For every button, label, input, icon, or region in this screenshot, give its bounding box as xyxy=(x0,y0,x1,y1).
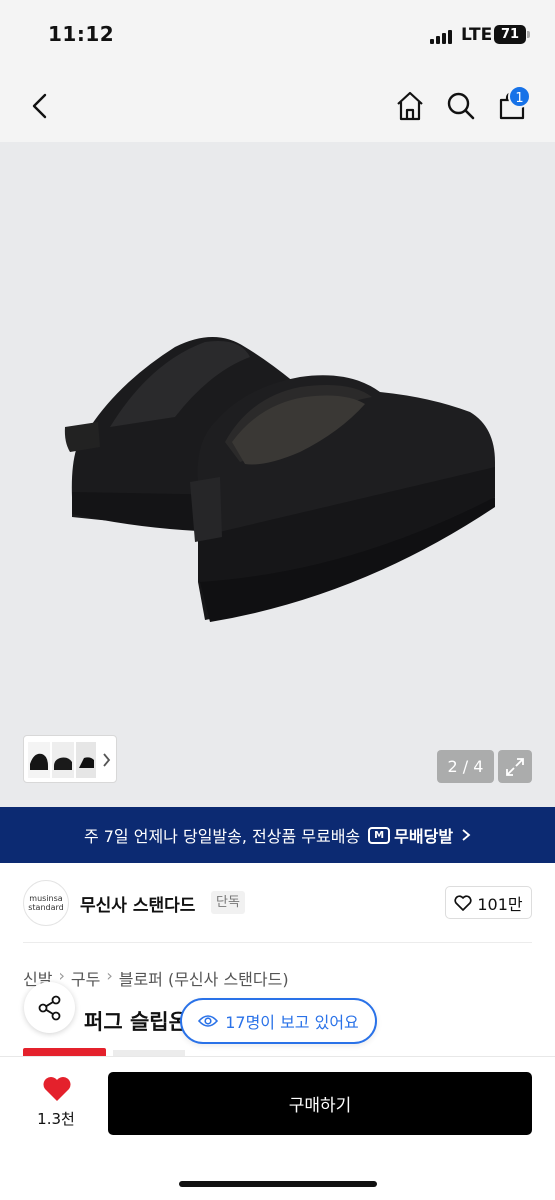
m-icon: M xyxy=(368,826,391,844)
product-image[interactable] xyxy=(0,142,555,807)
expand-icon[interactable] xyxy=(498,750,532,783)
exclusive-badge: 단독 xyxy=(211,891,245,914)
chevron-right-icon: › xyxy=(106,966,113,985)
shoe-illustration xyxy=(64,337,495,622)
back-icon[interactable] xyxy=(20,86,60,126)
brand-like-count: 101만 xyxy=(477,894,523,914)
gallery-counter: 2 / 4 xyxy=(437,750,494,783)
divider xyxy=(23,942,532,943)
status-bar: 11:12 LTE 71 xyxy=(0,0,555,70)
home-icon[interactable] xyxy=(390,86,430,126)
brand-name[interactable]: 무신사 스탠다드 xyxy=(80,891,195,916)
banner-text: 주 7일 언제나 당일발송, 전상품 무료배송 xyxy=(83,827,361,846)
search-icon[interactable] xyxy=(441,86,481,126)
sale-tag xyxy=(23,1048,106,1056)
battery-icon: 71 xyxy=(494,25,526,44)
clock: 11:12 xyxy=(48,22,115,46)
like-count: 1.3천 xyxy=(37,1110,75,1128)
brand-logo-line2: standard xyxy=(28,903,64,912)
buy-button[interactable]: 구매하기 xyxy=(108,1072,532,1135)
signal-icon xyxy=(430,28,456,44)
heart-filled-icon[interactable] xyxy=(42,1075,72,1106)
thumbnail-strip[interactable] xyxy=(23,735,117,783)
delivery-banner[interactable]: 주 7일 언제나 당일발송, 전상품 무료배송 M 무배당발 xyxy=(0,807,555,863)
share-icon xyxy=(38,995,60,1020)
delivery-logo-text: 무배당발 xyxy=(394,827,454,846)
brand-like-button[interactable]: 101만 xyxy=(445,886,532,919)
product-title: 퍼그 슬립온 xyxy=(84,1010,188,1034)
breadcrumb-item[interactable]: 블로퍼 (무신사 스탠다드) xyxy=(119,966,289,990)
thumbnail-images xyxy=(28,742,111,778)
breadcrumb-item[interactable]: 구두 xyxy=(71,966,100,990)
delivery-logo: M 무배당발 xyxy=(368,823,453,847)
heart-outline-icon xyxy=(454,894,472,911)
brand-logo-line1: musinsa xyxy=(29,894,63,903)
eye-icon xyxy=(198,1015,219,1027)
nav-bar xyxy=(0,70,555,142)
cart-count-badge: 1 xyxy=(508,85,531,108)
network-type: LTE xyxy=(461,25,493,45)
home-indicator xyxy=(179,1181,377,1187)
brand-logo[interactable]: musinsa standard xyxy=(23,880,69,926)
viewers-text: 17명이 보고 있어요 xyxy=(225,1013,359,1032)
battery-tip xyxy=(527,31,530,38)
share-button[interactable] xyxy=(24,982,75,1033)
product-page: 11:12 LTE 71 1 2 / 4 주 7일 언제나 당일발송, 전상품 … xyxy=(0,0,555,1200)
viewers-pill: 17명이 보고 있어요 xyxy=(180,998,377,1044)
chevron-right-icon xyxy=(462,829,471,841)
